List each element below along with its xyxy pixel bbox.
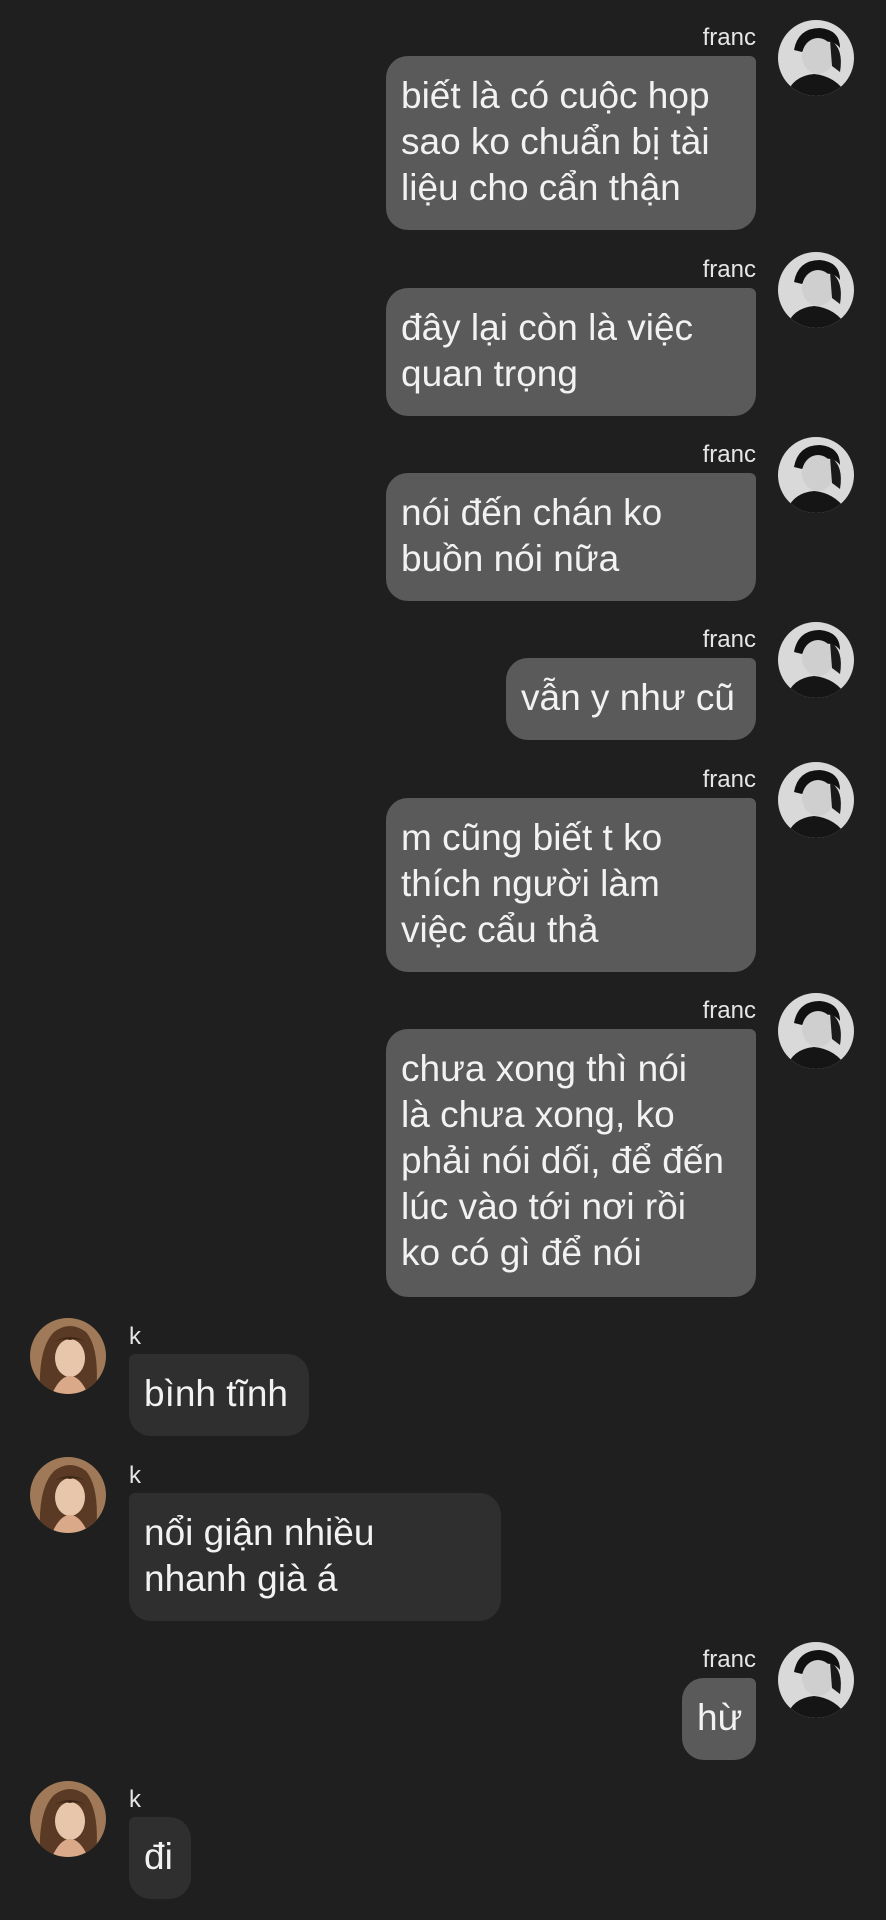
avatar-franc[interactable] (778, 252, 854, 328)
avatar-franc[interactable] (778, 437, 854, 513)
avatar-k[interactable] (30, 1318, 106, 1394)
male-avatar-icon (778, 622, 854, 698)
avatar-franc[interactable] (778, 993, 854, 1069)
male-avatar-icon (778, 762, 854, 838)
message-bubble[interactable]: đi (129, 1817, 191, 1899)
message-bubble[interactable]: chưa xong thì nói là chưa xong, ko phải … (386, 1029, 756, 1297)
chat-thread: franc biết là có cuộc họp sao ko chuẩn b… (0, 0, 886, 1920)
sender-name: franc (702, 1646, 756, 1673)
male-avatar-icon (778, 993, 854, 1069)
sender-name: franc (702, 24, 756, 51)
male-avatar-icon (778, 1642, 854, 1718)
sender-name: k (129, 1323, 141, 1350)
message-bubble[interactable]: bình tĩnh (129, 1354, 309, 1436)
sender-name: franc (702, 766, 756, 793)
sender-name: franc (702, 997, 756, 1024)
male-avatar-icon (778, 252, 854, 328)
female-avatar-icon (30, 1781, 106, 1857)
male-avatar-icon (778, 20, 854, 96)
message-bubble[interactable]: vẫn y như cũ (506, 658, 756, 740)
avatar-k[interactable] (30, 1457, 106, 1533)
avatar-franc[interactable] (778, 622, 854, 698)
avatar-franc[interactable] (778, 20, 854, 96)
avatar-franc[interactable] (778, 762, 854, 838)
message-bubble[interactable]: nói đến chán ko buồn nói nữa (386, 473, 756, 601)
avatar-k[interactable] (30, 1781, 106, 1857)
message-bubble[interactable]: nổi giận nhiều nhanh già á (129, 1493, 501, 1621)
female-avatar-icon (30, 1457, 106, 1533)
female-avatar-icon (30, 1318, 106, 1394)
sender-name: franc (702, 256, 756, 283)
avatar-franc[interactable] (778, 1642, 854, 1718)
male-avatar-icon (778, 437, 854, 513)
sender-name: franc (702, 441, 756, 468)
message-bubble[interactable]: biết là có cuộc họp sao ko chuẩn bị tài … (386, 56, 756, 230)
message-bubble[interactable]: m cũng biết t ko thích người làm việc cẩ… (386, 798, 756, 972)
message-bubble[interactable]: đây lại còn là việc quan trọng (386, 288, 756, 416)
sender-name: k (129, 1786, 141, 1813)
sender-name: franc (702, 626, 756, 653)
message-bubble[interactable]: hừ (682, 1678, 756, 1760)
sender-name: k (129, 1462, 141, 1489)
